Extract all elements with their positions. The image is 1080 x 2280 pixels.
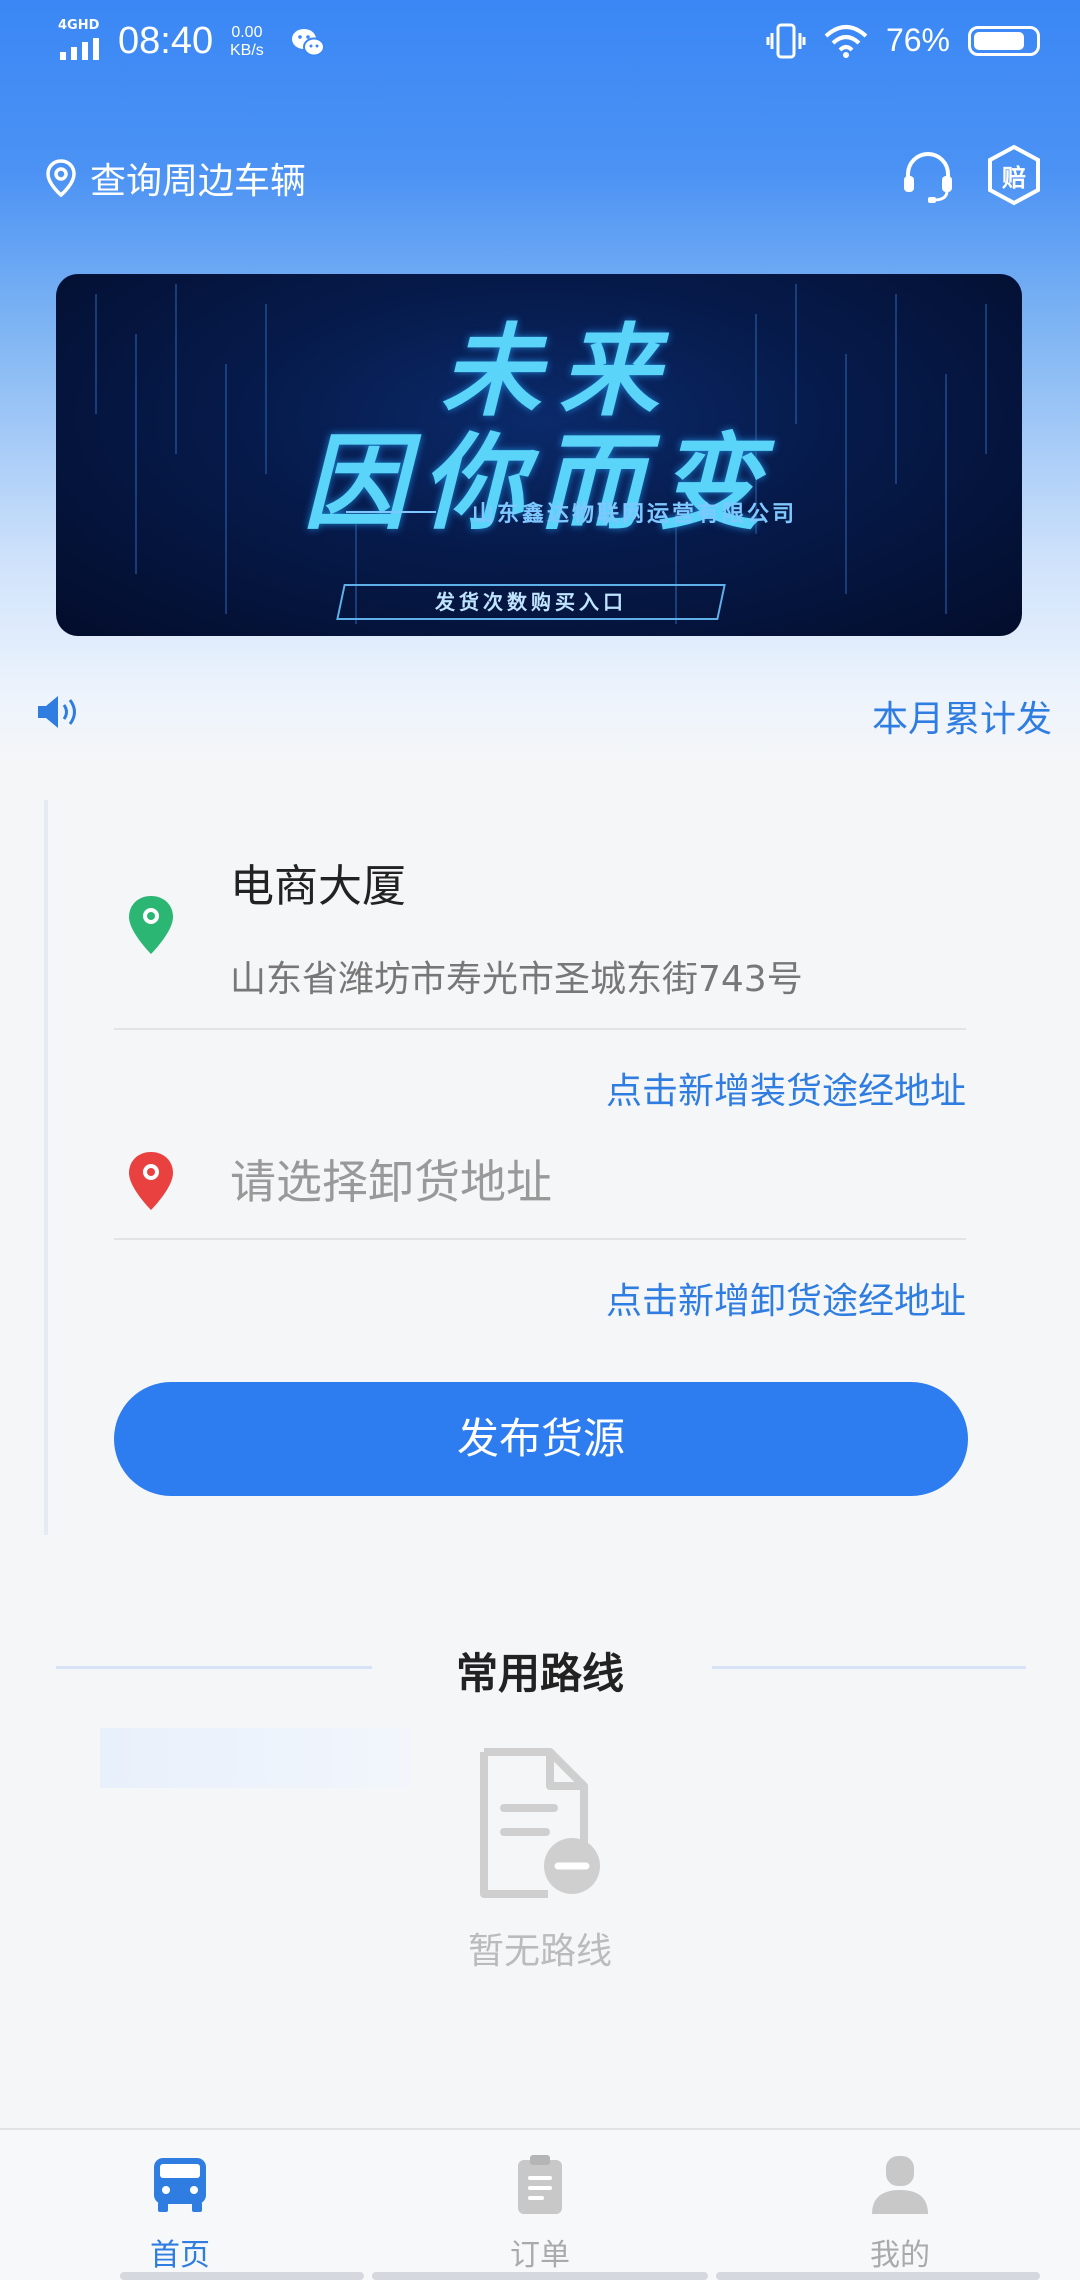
top-header: 查询周边车辆 赔 [0,140,1080,220]
battery-fill [974,31,1025,50]
speaker-icon [38,696,76,728]
status-bar: 4GHD 08:40 0.00 KB/s 76% [0,0,1080,84]
truck-icon [154,2158,206,2212]
routes-decoration [100,1728,412,1788]
customer-service-icon[interactable] [900,148,956,204]
notice-text: 本月累计发 [871,699,1052,740]
form-left-border [44,800,48,1535]
nav-label-home: 首页 [150,2238,210,2273]
routes-empty-text: 暂无路线 [467,1931,612,1972]
empty-document-icon [480,1748,600,1898]
nearby-vehicles-link[interactable]: 查询周边车辆 [44,152,306,204]
battery-percent: 76% [885,22,950,58]
bottom-nav: 首页 订单 我的 [0,2128,1080,2280]
wechat-icon [292,29,325,57]
wifi-icon [824,24,868,58]
compensation-badge-label: 赔 [1002,164,1026,192]
nav-underline-1 [120,2272,364,2280]
nav-tab-profile[interactable]: 我的 [800,2152,1000,2274]
network-speed: 0.00 KB/s [230,24,264,60]
network-type: 4GHD [58,18,100,33]
clipboard-icon [518,2155,562,2214]
notice-bar: 本月累计发 [0,680,1080,744]
banner-company-name: 山东鑫达物联网运营有限公司 [472,502,798,527]
nearby-vehicles-label: 查询周边车辆 [90,161,307,202]
user-icon [872,2156,928,2214]
speed-unit: KB/s [230,42,264,59]
add-unload-waypoint-link[interactable]: 点击新增卸货途经地址 [606,1272,966,1324]
routes-title: 常用路线 [455,1649,624,1698]
banner-entry-label: 发货次数购买入口 [435,590,627,614]
nav-tab-home[interactable]: 首页 [80,2152,280,2274]
nav-label-profile: 我的 [870,2238,930,2273]
compensation-badge[interactable]: 赔 [986,144,1042,206]
speed-value: 0.00 [231,24,263,41]
load-location-name: 电商大厦 [230,861,406,912]
clock: 08:40 [118,20,214,62]
nav-tab-orders[interactable]: 订单 [440,2152,640,2274]
add-load-waypoint-link[interactable]: 点击新增装货途经地址 [606,1062,966,1114]
banner-company-dash [346,511,436,513]
cargo-form: 电商大厦 山东省潍坊市寿光市圣城东街743号 点击新增装货途经地址 请选择卸货地… [44,800,1036,1535]
signal-icon [60,38,99,60]
banner-entry-button[interactable]: 发货次数购买入口 [336,584,726,620]
load-location-address: 山东省潍坊市寿光市圣城东街743号 [230,959,803,1000]
load-pin-icon [129,896,173,954]
publish-cargo-button[interactable]: 发布货源 [114,1382,968,1496]
unload-address-field[interactable]: 请选择卸货地址 [230,1146,552,1212]
status-right: 76% [766,22,1040,59]
unload-divider [114,1238,966,1240]
location-icon [46,159,76,198]
vibrate-icon [766,23,806,58]
unload-pin-icon [129,1152,173,1210]
nav-underline-2 [372,2272,708,2280]
nav-underline-3 [716,2272,1040,2280]
banner-company: 山东鑫达物联网运营有限公司 [346,496,797,528]
nav-label-orders: 订单 [510,2238,570,2273]
load-divider [114,1028,966,1030]
battery-icon [968,25,1040,56]
promo-banner[interactable]: 未来 因你而变 山东鑫达物联网运营有限公司 发货次数购买入口 [56,274,1022,636]
